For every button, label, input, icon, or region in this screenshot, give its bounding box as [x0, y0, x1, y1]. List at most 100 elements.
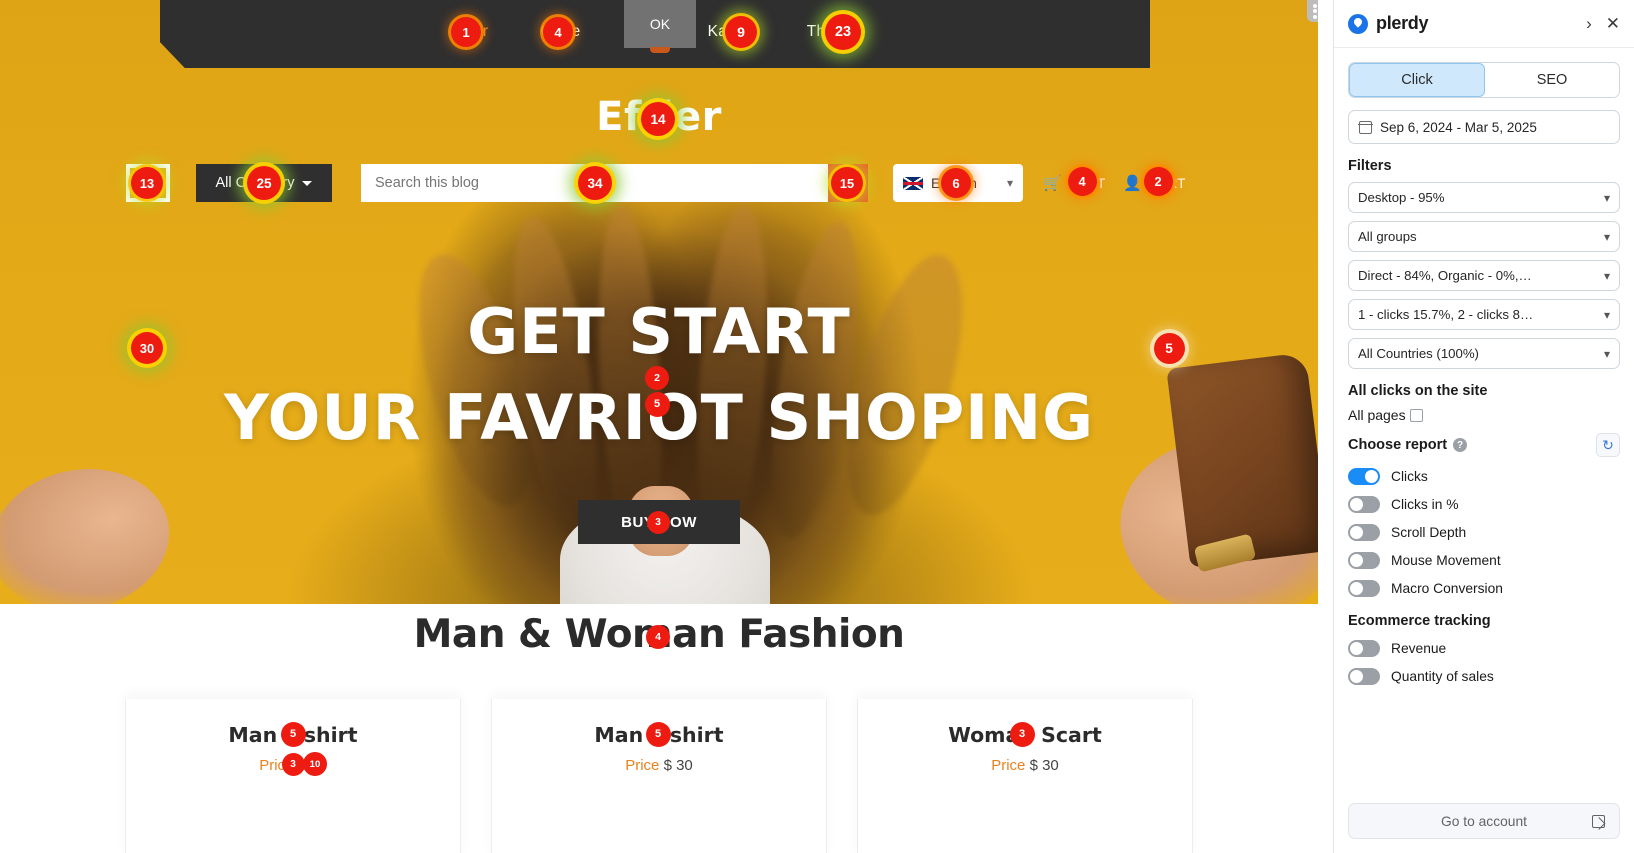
uk-flag-icon — [903, 176, 923, 190]
toggle-switch[interactable] — [1348, 524, 1380, 541]
plerdy-sidebar: plerdy › ✕ Click SEO Sep 6, 2024 - Mar 5… — [1333, 0, 1634, 853]
date-range-label: Sep 6, 2024 - Mar 5, 2025 — [1380, 119, 1537, 135]
filter-device-select[interactable]: Desktop - 95% ▾ — [1348, 182, 1620, 213]
toggle-switch[interactable] — [1348, 468, 1380, 485]
toggle-switch[interactable] — [1348, 640, 1380, 657]
report-toggle-scroll-depth[interactable]: Scroll Depth — [1348, 524, 1620, 541]
date-range-picker[interactable]: Sep 6, 2024 - Mar 5, 2025 — [1348, 110, 1620, 144]
report-label: Mouse Movement — [1391, 553, 1501, 568]
sidebar-footer: Go to account — [1334, 803, 1634, 853]
heatmap-marker[interactable]: 5 — [644, 391, 670, 417]
user-icon: 👤 — [1123, 174, 1142, 192]
go-to-account-label: Go to account — [1441, 813, 1527, 829]
heatmap-marker[interactable]: 5 — [280, 721, 306, 747]
cart-icon: 🛒 — [1043, 174, 1062, 192]
price-label: Price — [991, 757, 1026, 774]
heatmap-marker[interactable]: 3 — [646, 510, 670, 534]
heatmap-marker[interactable]: 4 — [543, 17, 573, 47]
plerdy-logo-text: plerdy — [1376, 13, 1429, 33]
heatmap-marker[interactable]: 5 — [645, 721, 671, 747]
heatmap-marker[interactable]: 5 — [1153, 332, 1185, 364]
report-label: Clicks in % — [1391, 497, 1459, 512]
heatmap-marker[interactable]: 15 — [831, 167, 863, 199]
website-preview: Effler Cycle OK Karma Thanks Effler All … — [0, 0, 1318, 853]
heatmap-marker[interactable]: 25 — [247, 166, 281, 200]
report-label: Macro Conversion — [1391, 581, 1503, 596]
external-link-icon — [1592, 814, 1605, 828]
filter-groups-select[interactable]: All groups ▾ — [1348, 221, 1620, 252]
heatmap-marker[interactable]: 3 — [281, 752, 305, 776]
report-mode-tabs: Click SEO — [1348, 62, 1620, 98]
drag-handle-icon[interactable] — [1307, 0, 1318, 22]
sidebar-body: Click SEO Sep 6, 2024 - Mar 5, 2025 Filt… — [1334, 48, 1634, 803]
heatmap-marker[interactable]: 23 — [825, 14, 861, 50]
all-pages-label: All pages — [1348, 407, 1406, 423]
sidebar-header: plerdy › ✕ — [1334, 0, 1634, 48]
go-to-account-button[interactable]: Go to account — [1348, 803, 1620, 839]
tab-seo[interactable]: SEO — [1485, 63, 1619, 97]
tab-click[interactable]: Click — [1349, 63, 1485, 97]
model-arm-left — [0, 452, 183, 628]
report-toggle-macro-conversion[interactable]: Macro Conversion — [1348, 580, 1620, 597]
all-pages-row: All pages — [1348, 407, 1620, 423]
choose-report-row: Choose report ? ↻ — [1348, 433, 1620, 457]
report-toggle-clicks-percent[interactable]: Clicks in % — [1348, 496, 1620, 513]
plerdy-logo-icon — [1348, 13, 1368, 34]
ecommerce-toggle-revenue[interactable]: Revenue — [1348, 640, 1620, 657]
sidebar-header-actions: › ✕ — [1586, 15, 1620, 32]
filters-heading: Filters — [1348, 158, 1392, 174]
toggle-switch[interactable] — [1348, 668, 1380, 685]
ecommerce-label: Quantity of sales — [1391, 669, 1494, 684]
ecommerce-label: Revenue — [1391, 641, 1447, 656]
heatmap-marker[interactable]: 4 — [646, 625, 670, 649]
report-toggle-clicks[interactable]: Clicks — [1348, 468, 1620, 485]
all-clicks-heading: All clicks on the site — [1348, 383, 1488, 399]
heatmap-marker[interactable]: 2 — [645, 366, 669, 390]
chevron-down-icon: ▾ — [1603, 268, 1610, 283]
chevron-down-icon: ▾ — [1603, 229, 1610, 244]
filter-sources-select[interactable]: Direct - 84%, Organic - 0%,… ▾ — [1348, 260, 1620, 291]
report-toggle-mouse-movement[interactable]: Mouse Movement — [1348, 552, 1620, 569]
heatmap-marker[interactable]: 6 — [941, 168, 971, 198]
heatmap-marker[interactable]: 13 — [131, 167, 163, 199]
chevron-down-icon: ▾ — [1603, 190, 1610, 205]
price-label: Price — [625, 757, 660, 774]
filter-countries-label: All Countries (100%) — [1358, 346, 1479, 361]
heatmap-marker[interactable]: 3 — [1009, 721, 1035, 747]
filter-sources-label: Direct - 84%, Organic - 0%,… — [1358, 268, 1532, 283]
toggle-switch[interactable] — [1348, 580, 1380, 597]
heatmap-marker[interactable]: 2 — [1143, 166, 1173, 196]
heatmap-marker[interactable]: 30 — [131, 332, 163, 364]
collapse-icon[interactable]: › — [1586, 15, 1592, 32]
refresh-icon[interactable]: ↻ — [1596, 433, 1620, 457]
chevron-down-icon: ▾ — [1603, 307, 1610, 322]
report-label: Clicks — [1391, 469, 1428, 484]
ecommerce-heading: Ecommerce tracking — [1348, 613, 1491, 629]
all-pages-checkbox[interactable] — [1409, 408, 1423, 422]
product-price: Price $ 30 — [858, 757, 1192, 774]
filter-countries-select[interactable]: All Countries (100%) ▾ — [1348, 338, 1620, 369]
chevron-down-icon: ▾ — [1006, 176, 1013, 190]
heatmap-marker[interactable]: 4 — [1067, 166, 1097, 196]
ecommerce-toggle-quantity[interactable]: Quantity of sales — [1348, 668, 1620, 685]
heatmap-marker[interactable]: 1 — [451, 17, 481, 47]
filter-groups-label: All groups — [1358, 229, 1417, 244]
close-icon[interactable]: ✕ — [1606, 15, 1620, 32]
filter-clicks-select[interactable]: 1 - clicks 15.7%, 2 - clicks 8… ▾ — [1348, 299, 1620, 330]
filter-clicks-label: 1 - clicks 15.7%, 2 - clicks 8… — [1358, 307, 1534, 322]
filter-device-label: Desktop - 95% — [1358, 190, 1445, 205]
heatmap-marker[interactable]: 9 — [725, 16, 757, 48]
price-value: $ 30 — [1029, 757, 1059, 774]
price-value: $ 30 — [663, 757, 693, 774]
choose-report-heading: Choose report — [1348, 437, 1448, 453]
toggle-switch[interactable] — [1348, 552, 1380, 569]
heatmap-marker[interactable]: 14 — [641, 102, 675, 136]
toggle-switch[interactable] — [1348, 496, 1380, 513]
chevron-down-icon: ▾ — [1603, 346, 1610, 361]
report-label: Scroll Depth — [1391, 525, 1467, 540]
help-icon[interactable]: ? — [1453, 438, 1468, 452]
calendar-icon — [1358, 120, 1373, 134]
heatmap-marker[interactable]: 10 — [303, 752, 327, 776]
heatmap-marker[interactable]: 34 — [578, 166, 612, 200]
chevron-down-icon — [302, 180, 313, 186]
